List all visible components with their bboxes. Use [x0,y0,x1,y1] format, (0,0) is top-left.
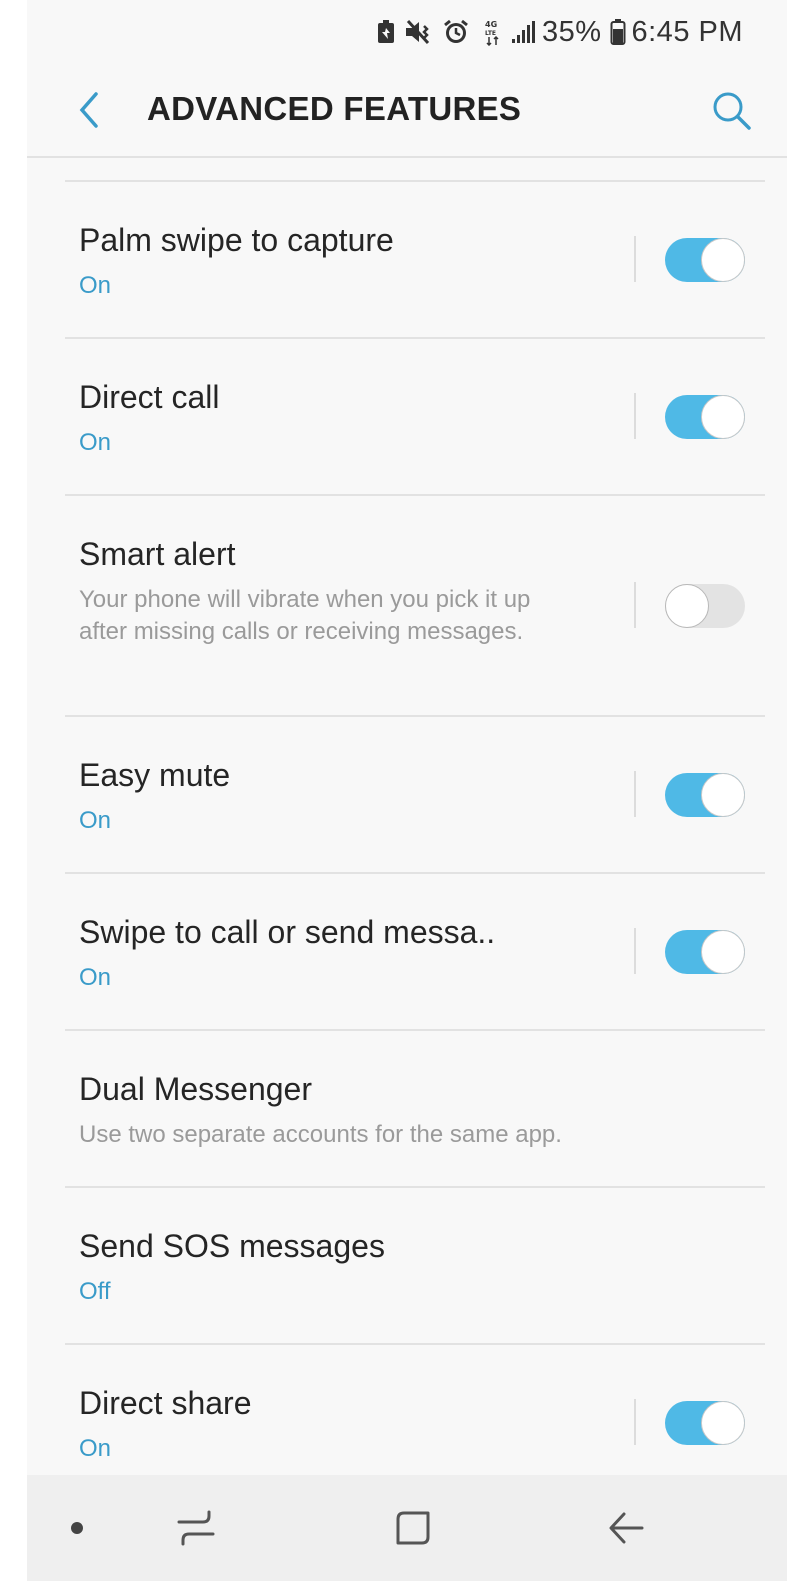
back-arrow-icon [609,1512,644,1544]
battery-saver-icon [376,19,396,45]
setting-status: On [79,964,112,991]
divider [634,928,636,974]
setting-title: Direct call [79,379,220,415]
network-4g-lte-icon: 4G LTE [484,18,502,46]
setting-description: Your phone will vibrate when you pick it… [79,586,531,645]
battery-icon [610,18,626,46]
setting-send-sos-messages[interactable]: Send SOS messages Off [65,1188,765,1345]
setting-title: Easy mute [79,757,231,793]
setting-title: Palm swipe to capture [79,222,394,258]
settings-list: Palm swipe to capture On Direct call On … [27,182,787,1502]
search-button[interactable] [707,86,757,136]
toggle-knob [701,773,745,817]
setting-direct-call[interactable]: Direct call On [65,339,765,496]
easy-mute-toggle[interactable] [665,773,745,817]
direct-share-toggle[interactable] [665,1401,745,1445]
clock: 6:45 PM [631,15,743,48]
chevron-left-icon [79,92,98,128]
setting-status: On [79,1435,112,1462]
toggle-knob [701,930,745,974]
toggle-knob [665,584,709,628]
smart-alert-toggle[interactable] [665,584,745,628]
toggle-knob [701,395,745,439]
divider [634,1399,636,1445]
recent-apps-button[interactable] [167,1475,227,1581]
setting-title: Send SOS messages [79,1228,385,1264]
setting-title: Smart alert [79,536,236,572]
svg-text:4G: 4G [485,20,497,29]
home-icon [396,1511,430,1545]
setting-swipe-to-call[interactable]: Swipe to call or send messa.. On [65,874,765,1031]
nav-dot-button[interactable] [57,1475,97,1581]
mute-vibrate-icon [404,19,434,45]
navigation-bar [27,1475,787,1581]
alarm-icon [442,18,470,46]
back-button[interactable] [67,86,111,134]
signal-icon [510,19,536,45]
page-title: ADVANCED FEATURES [147,90,522,127]
toggle-knob [701,238,745,282]
divider [634,771,636,817]
home-button[interactable] [383,1475,443,1581]
battery-percent: 35% [541,15,602,48]
setting-status: On [79,272,112,299]
dot-icon [71,1522,83,1534]
palm-swipe-toggle[interactable] [665,238,745,282]
settings-screen: 4G LTE 35% 6:45 PM ADVANCED FEATURES Palm… [27,0,787,1581]
divider [634,393,636,439]
action-bar: ADVANCED FEATURES [27,64,787,158]
swipe-to-call-toggle[interactable] [665,930,745,974]
setting-easy-mute[interactable]: Easy mute On [65,717,765,874]
setting-title: Direct share [79,1385,252,1421]
setting-description: Use two separate accounts for the same a… [79,1121,562,1148]
back-nav-button[interactable] [597,1475,657,1581]
status-bar: 4G LTE 35% 6:45 PM [27,0,787,64]
divider [634,236,636,282]
recent-apps-icon [177,1510,215,1546]
svg-text:LTE: LTE [485,30,496,37]
setting-title: Dual Messenger [79,1071,312,1107]
setting-status: On [79,807,112,834]
setting-palm-swipe-to-capture[interactable]: Palm swipe to capture On [65,182,765,339]
divider [634,582,636,628]
toggle-knob [701,1401,745,1445]
setting-title: Swipe to call or send messa.. [79,914,496,950]
setting-status: Off [79,1278,111,1305]
direct-call-toggle[interactable] [665,395,745,439]
setting-dual-messenger[interactable]: Dual Messenger Use two separate accounts… [65,1031,765,1188]
setting-smart-alert[interactable]: Smart alert Your phone will vibrate when… [65,496,765,717]
setting-status: On [79,429,112,456]
search-icon [713,92,751,130]
